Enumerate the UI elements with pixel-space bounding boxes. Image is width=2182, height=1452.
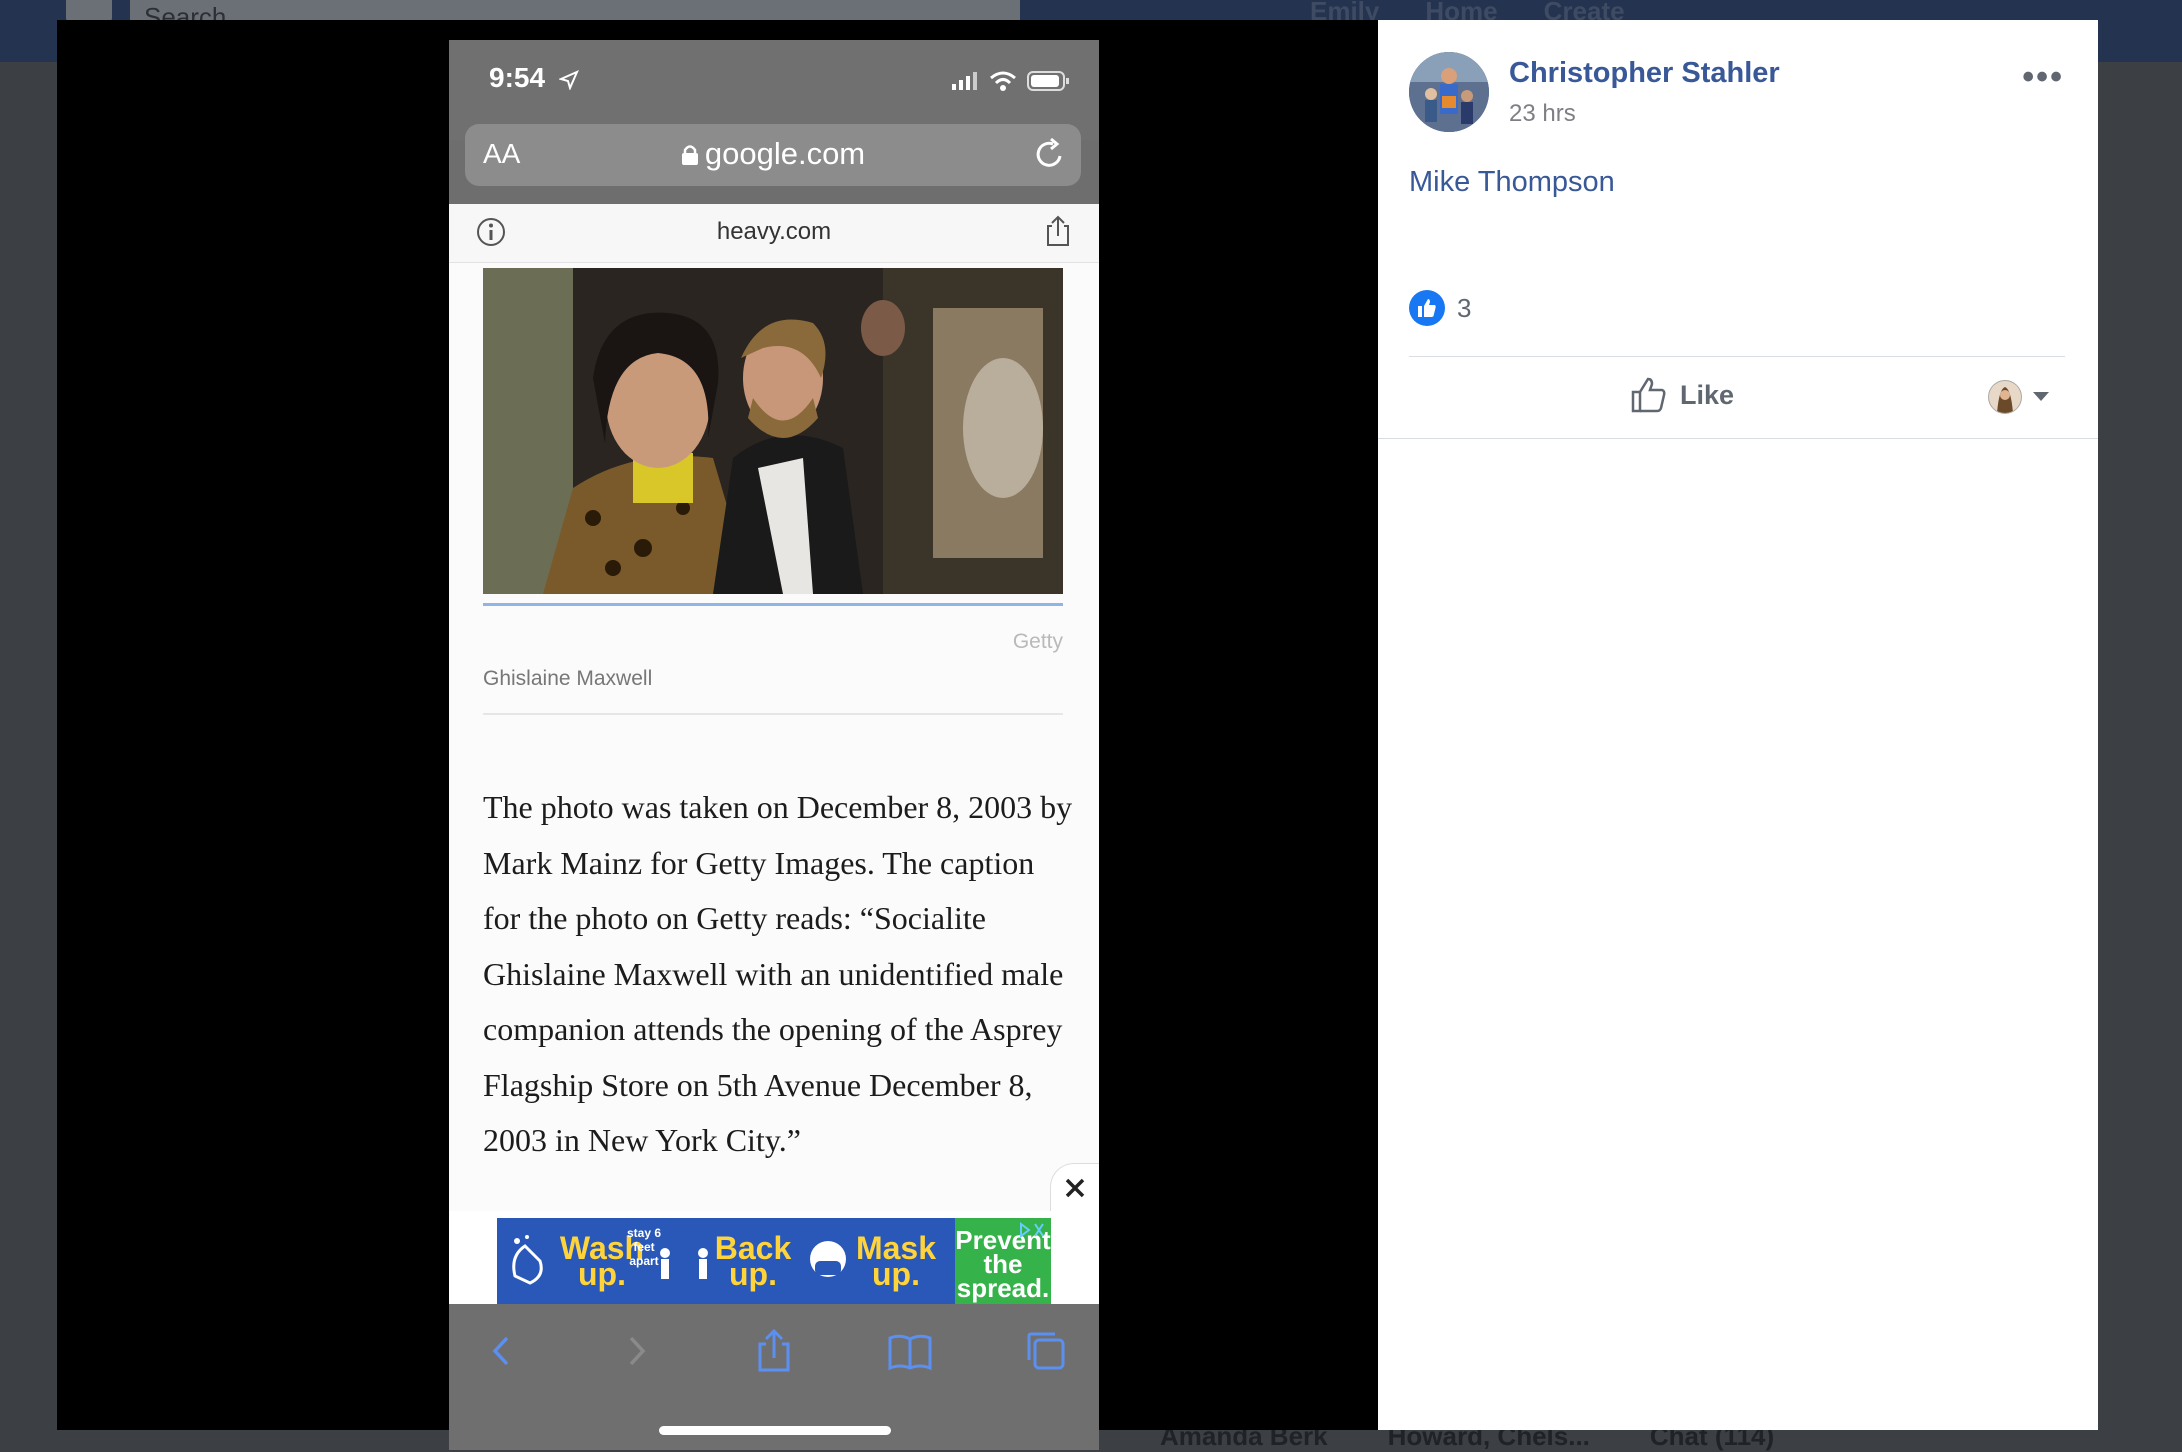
article-photo-image	[483, 268, 1063, 594]
close-ad-button[interactable]	[1050, 1163, 1099, 1213]
post-timestamp[interactable]: 23 hrs	[1509, 100, 1576, 128]
reaction-summary[interactable]: 3	[1409, 290, 1471, 326]
back-icon[interactable]	[477, 1326, 527, 1376]
status-icons	[951, 70, 1071, 92]
caption-divider	[483, 713, 1063, 715]
url-domain: google.com	[704, 136, 866, 171]
ad-choices-icon[interactable]	[1017, 1220, 1047, 1240]
avatar-image	[1409, 52, 1489, 132]
site-domain: heavy.com	[716, 218, 832, 245]
ad-back: Back up.	[714, 1230, 792, 1292]
reaction-picker-button[interactable]	[1988, 380, 2050, 414]
ad-mask: Mask up.	[855, 1230, 937, 1292]
lock-icon	[681, 145, 698, 165]
article-paragraph: The photo was taken on December 8, 2003 …	[483, 789, 1073, 1158]
photo-lightbox: 9:54 AA google.com heavy.com Getty Ghisl…	[57, 20, 1378, 1450]
avatar[interactable]	[1409, 52, 1489, 132]
forward-icon[interactable]	[611, 1326, 661, 1376]
thumbs-up-icon	[1418, 299, 1436, 317]
hand-wash-icon	[512, 1235, 543, 1285]
address-bar[interactable]: AA google.com	[465, 124, 1081, 186]
top-nav-links: Emily Home Create	[1310, 0, 1625, 24]
user-avatar-image	[1989, 381, 2021, 413]
photo-credit: Getty	[1012, 630, 1063, 653]
bookmarks-icon[interactable]	[885, 1326, 935, 1376]
thumbs-up-outline-icon	[1631, 377, 1666, 413]
home-indicator	[659, 1426, 891, 1435]
poster-name-link[interactable]: Christopher Stahler	[1509, 57, 1780, 90]
location-arrow-icon	[559, 70, 579, 90]
share-toolbar-icon[interactable]	[749, 1326, 799, 1376]
nav-link-home[interactable]: Home	[1425, 0, 1497, 24]
user-mini-avatar	[1988, 380, 2022, 414]
chevron-down-icon	[2033, 392, 2049, 401]
like-label: Like	[1680, 379, 1735, 410]
status-time: 9:54	[489, 62, 546, 93]
divider	[1378, 438, 2098, 439]
nav-link-create[interactable]: Create	[1544, 0, 1625, 24]
phone-screenshot: 9:54 AA google.com heavy.com Getty Ghisl…	[449, 40, 1099, 1450]
close-icon	[1065, 1178, 1085, 1198]
battery-icon	[1027, 71, 1069, 91]
ad-banner[interactable]: Wash up. stay 6 feet apart Back up. Mask…	[497, 1218, 1051, 1304]
like-reaction-icon	[1409, 290, 1445, 326]
article-photo	[483, 268, 1063, 594]
like-button[interactable]: Like	[1630, 376, 1734, 414]
ad-stay-text: stay 6 feet apart	[626, 1226, 662, 1268]
nav-link-profile[interactable]: Emily	[1310, 0, 1379, 24]
divider	[1409, 356, 2065, 357]
reload-icon[interactable]	[1033, 136, 1067, 172]
wifi-icon	[990, 71, 1016, 91]
tabs-icon[interactable]	[1021, 1326, 1071, 1376]
post-side-panel: Christopher Stahler 23 hrs ••• Mike Thom…	[1378, 20, 2098, 1430]
ad-container: Wash up. stay 6 feet apart Back up. Mask…	[449, 1211, 1099, 1304]
share-icon[interactable]	[1043, 214, 1073, 248]
photo-underline	[483, 603, 1063, 606]
facebook-logo-icon[interactable]	[66, 0, 112, 22]
site-header-bar: heavy.com	[449, 204, 1099, 263]
tagged-user-link[interactable]: Mike Thompson	[1409, 166, 1615, 199]
mask-face-icon	[810, 1241, 846, 1277]
reaction-count: 3	[1457, 292, 1472, 323]
url-text: google.com	[465, 136, 1081, 172]
more-options-button[interactable]: •••	[2022, 58, 2064, 97]
signal-icon	[952, 72, 977, 90]
photo-caption: Ghislaine Maxwell	[483, 667, 653, 690]
